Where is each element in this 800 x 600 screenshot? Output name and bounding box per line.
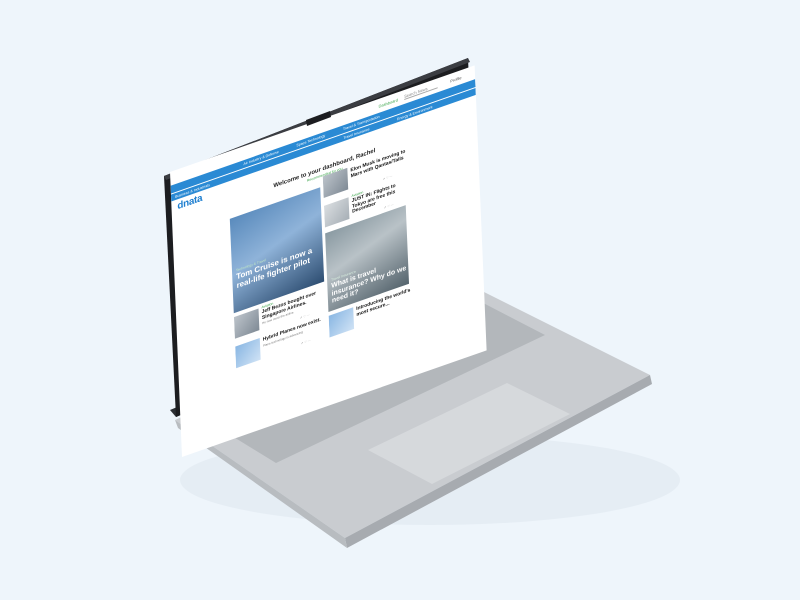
hero-title: Tom Cruise is now a real-life fighter pi… [236,245,313,290]
article-thumbnail [323,197,350,228]
dashboard-link[interactable]: Dashboard [379,97,398,109]
laptop-mockup-scene: Dashboard Search News Profile Air Indust… [0,0,800,600]
profile-link[interactable]: Profile [450,75,461,84]
article-thumbnail [328,307,355,338]
share-icons[interactable]: ⇗ ♡ ⋯ [301,338,311,345]
article-thumbnail [235,338,261,369]
article-thumbnail [233,308,260,339]
